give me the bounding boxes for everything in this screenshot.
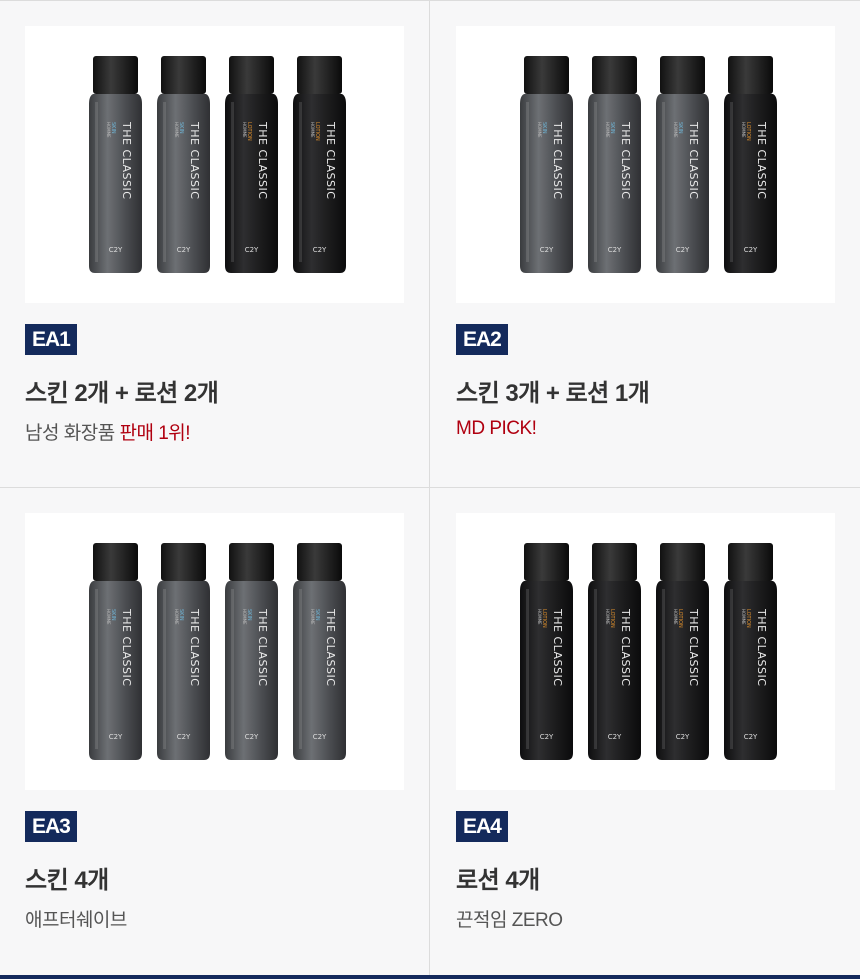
svg-text:THE CLASSIC: THE CLASSIC [120,608,133,686]
svg-text:C2Y: C2Y [744,246,758,254]
bottom-bar [0,975,860,979]
product-card-ea3[interactable]: THE CLASSIC SKIN HOMME C2Y THE CLASSIC SKIN HO… [0,488,430,975]
skin-bottle-3: THE CLASSICSKINHOMMEC2Y [656,56,709,273]
svg-text:C2Y: C2Y [744,733,758,741]
svg-text:THE CLASSIC: THE CLASSIC [755,121,768,199]
svg-text:C2Y: C2Y [676,733,690,741]
subtitle-highlight: MD PICK! [456,418,537,439]
skin-bottle-3: THE CLASSICSKINHOMMEC2Y [225,543,278,760]
product-grid: THE CLASSIC SKIN HOMME C2Y THE CLASSIC SKIN HO… [0,0,860,975]
lotion-bottle-3: THE CLASSICLOTIONHOMMEC2Y [656,543,709,760]
svg-text:C2Y: C2Y [313,246,327,254]
svg-text:HOMME: HOMME [741,609,746,625]
svg-text:THE CLASSIC: THE CLASSIC [551,608,564,686]
subtitle-text: 남성 화장품 [25,423,120,444]
svg-text:C2Y: C2Y [540,733,554,741]
svg-text:C2Y: C2Y [245,733,259,741]
svg-text:THE CLASSIC: THE CLASSIC [324,608,337,686]
subtitle-text: 끈적임 ZERO [456,910,563,931]
product-image[interactable]: THE CLASSIC SKIN HOMME C2Y THE CLASSIC SKIN HO… [456,26,835,303]
product-card-ea2[interactable]: THE CLASSIC SKIN HOMME C2Y THE CLASSIC SKIN HO… [430,0,860,488]
svg-text:C2Y: C2Y [177,733,191,741]
svg-text:THE CLASSIC: THE CLASSIC [324,121,337,199]
svg-text:C2Y: C2Y [245,246,259,254]
lotion-bottle-1: THE CLASSICLOTIONHOMMEC2Y [520,543,573,760]
product-title: 로션 4개 [456,867,540,894]
svg-text:C2Y: C2Y [177,246,191,254]
svg-text:HOMME: HOMME [673,122,678,138]
product-image[interactable]: THE CLASSIC LOTION HOMME C2Y THE CLASSIC LOTI… [456,513,835,790]
svg-text:THE CLASSIC: THE CLASSIC [256,121,269,199]
svg-text:THE CLASSIC: THE CLASSIC [551,121,564,199]
svg-text:HOMME: HOMME [537,609,542,625]
svg-text:HOMME: HOMME [537,122,542,138]
svg-text:HOMME: HOMME [741,122,746,138]
subtitle-highlight: 판매 1위! [119,423,191,444]
product-image[interactable]: THE CLASSIC SKIN HOMME C2Y THE CLASSIC SKIN HO… [25,513,404,790]
svg-text:THE CLASSIC: THE CLASSIC [687,121,700,199]
product-title: 스킨 3개 + 로션 1개 [456,380,650,407]
svg-text:HOMME: HOMME [106,609,111,625]
option-tag: EA4 [456,811,508,842]
lotion-bottle-3: THE CLASSICLOTIONHOMMEC2Y [225,56,278,273]
skin-bottle-2: THE CLASSICSKINHOMMEC2Y [157,543,210,760]
skin-bottle-2: THE CLASSICSKINHOMMEC2Y [588,56,641,273]
product-card-ea1[interactable]: THE CLASSIC SKIN HOMME C2Y THE CLASSIC SKIN HO… [0,0,430,488]
svg-text:C2Y: C2Y [608,246,622,254]
svg-text:HOMME: HOMME [242,609,247,625]
svg-text:HOMME: HOMME [605,609,610,625]
option-tag: EA2 [456,324,508,355]
svg-text:C2Y: C2Y [676,246,690,254]
product-subtitle: 남성 화장품 판매 1위! [25,418,191,445]
svg-text:C2Y: C2Y [109,733,123,741]
product-subtitle: MD PICK! [456,418,537,440]
skin-bottle-2: THE CLASSICSKINHOMMEC2Y [157,56,210,273]
svg-text:THE CLASSIC: THE CLASSIC [755,608,768,686]
product-title: 스킨 2개 + 로션 2개 [25,380,219,407]
svg-text:HOMME: HOMME [106,122,111,138]
svg-text:HOMME: HOMME [605,122,610,138]
lotion-bottle-4: THE CLASSICLOTIONHOMMEC2Y [724,543,777,760]
product-card-ea4[interactable]: THE CLASSIC LOTION HOMME C2Y THE CLASSIC LOTI… [430,488,860,975]
skin-bottle-1: THE CLASSICSKINHOMMEC2Y [520,56,573,273]
svg-text:THE CLASSIC: THE CLASSIC [687,608,700,686]
skin-bottle-4: THE CLASSICSKINHOMMEC2Y [293,543,346,760]
svg-text:THE CLASSIC: THE CLASSIC [619,121,632,199]
option-tag: EA1 [25,324,77,355]
product-subtitle: 끈적임 ZERO [456,905,563,932]
skin-bottle-1: THE CLASSICSKINHOMMEC2Y [89,56,142,273]
svg-text:C2Y: C2Y [608,733,622,741]
svg-text:HOMME: HOMME [310,609,315,625]
svg-text:C2Y: C2Y [109,246,123,254]
svg-text:HOMME: HOMME [174,122,179,138]
lotion-bottle-2: THE CLASSICLOTIONHOMMEC2Y [588,543,641,760]
svg-text:HOMME: HOMME [673,609,678,625]
product-subtitle: 애프터쉐이브 [25,905,127,932]
skin-bottle-1: THE CLASSICSKINHOMMEC2Y [89,543,142,760]
lotion-bottle-4: THE CLASSICLOTIONHOMMEC2Y [724,56,777,273]
svg-text:THE CLASSIC: THE CLASSIC [619,608,632,686]
product-image[interactable]: THE CLASSIC SKIN HOMME C2Y THE CLASSIC SKIN HO… [25,26,404,303]
svg-text:C2Y: C2Y [313,733,327,741]
svg-text:HOMME: HOMME [310,122,315,138]
svg-text:THE CLASSIC: THE CLASSIC [256,608,269,686]
option-tag: EA3 [25,811,77,842]
svg-text:THE CLASSIC: THE CLASSIC [120,121,133,199]
svg-text:HOMME: HOMME [242,122,247,138]
svg-text:THE CLASSIC: THE CLASSIC [188,608,201,686]
subtitle-text: 애프터쉐이브 [25,910,127,931]
lotion-bottle-4: THE CLASSICLOTIONHOMMEC2Y [293,56,346,273]
svg-text:C2Y: C2Y [540,246,554,254]
svg-text:HOMME: HOMME [174,609,179,625]
product-title: 스킨 4개 [25,867,109,894]
svg-text:THE CLASSIC: THE CLASSIC [188,121,201,199]
